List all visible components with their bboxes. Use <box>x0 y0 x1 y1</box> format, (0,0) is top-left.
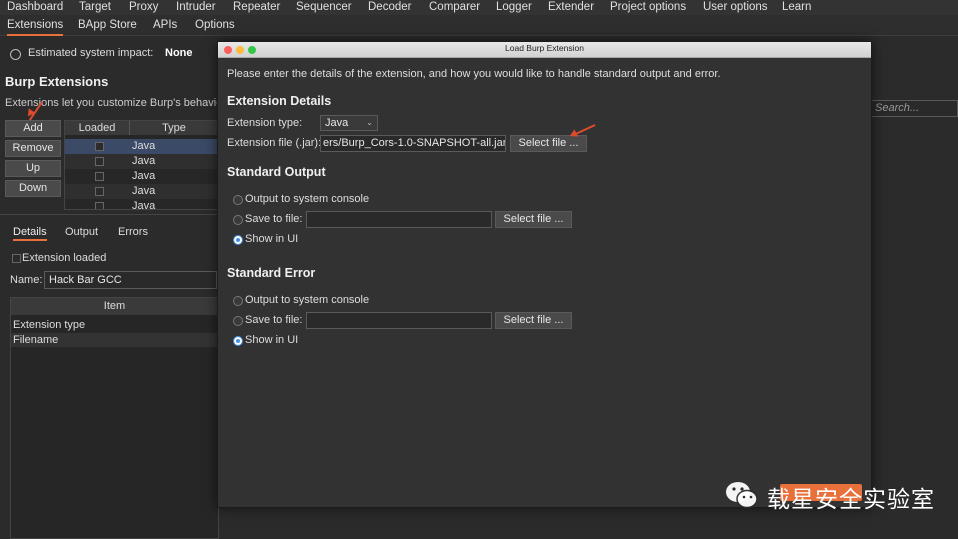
extension-loaded-checkbox[interactable] <box>12 254 21 263</box>
watermark-text: 载星安全实验室 <box>767 486 935 512</box>
dialog-title: Load Burp Extension <box>505 43 584 53</box>
tab-comparer[interactable]: Comparer <box>429 0 480 15</box>
output-save-radio[interactable] <box>233 215 243 225</box>
impact-label: Estimated system impact: <box>28 47 154 59</box>
error-console-label: Output to system console <box>245 294 370 306</box>
tab-apis[interactable]: APIs <box>153 18 177 34</box>
dialog-titlebar: Load Burp Extension <box>218 42 871 58</box>
tab-errors[interactable]: Errors <box>118 226 148 238</box>
loaded-checkbox[interactable] <box>95 172 104 181</box>
tab-sequencer[interactable]: Sequencer <box>296 0 352 15</box>
tab-options[interactable]: Options <box>195 18 235 34</box>
tab-proxy[interactable]: Proxy <box>129 0 158 15</box>
error-save-path-input[interactable] <box>306 312 492 329</box>
row-type: Java <box>132 200 156 210</box>
loaded-checkbox[interactable] <box>95 187 104 196</box>
error-console-radio[interactable] <box>233 296 243 306</box>
tab-project-options[interactable]: Project options <box>610 0 686 15</box>
tab-output[interactable]: Output <box>65 226 98 238</box>
error-save-radio[interactable] <box>233 316 243 326</box>
row-type: Java <box>132 185 156 197</box>
tab-extensions[interactable]: Extensions <box>7 18 64 36</box>
extension-type-select[interactable]: Java ⌄ <box>320 115 378 131</box>
wechat-logo-icon <box>724 479 760 511</box>
column-loaded[interactable]: Loaded <box>65 121 130 135</box>
details-table: Item Extension type Filename <box>10 297 220 539</box>
remove-button[interactable]: Remove <box>5 140 61 157</box>
output-save-path-input[interactable] <box>306 211 492 228</box>
table-row[interactable]: Filename <box>11 333 220 347</box>
table-row[interactable]: Java <box>65 154 217 169</box>
extension-file-input[interactable]: ers/Burp_Cors-1.0-SNAPSHOT-all.jar <box>320 135 506 152</box>
search-input[interactable]: Search... <box>870 100 958 117</box>
standard-error-heading: Standard Error <box>227 266 316 280</box>
row-type: Java <box>132 140 156 152</box>
tab-bapp-store[interactable]: BApp Store <box>78 18 137 34</box>
divider <box>0 214 217 215</box>
error-ui-radio[interactable] <box>233 336 243 346</box>
name-label: Name: <box>10 274 43 286</box>
impact-icon <box>10 49 21 60</box>
column-item: Item <box>11 298 218 315</box>
dialog-intro: Please enter the details of the extensio… <box>227 68 721 80</box>
tab-intruder[interactable]: Intruder <box>176 0 216 15</box>
output-ui-radio[interactable] <box>233 235 243 245</box>
tab-details[interactable]: Details <box>13 226 47 241</box>
row-type: Java <box>132 170 156 182</box>
table-row[interactable]: Java <box>65 199 217 210</box>
output-select-file-button[interactable]: Select file ... <box>495 211 572 228</box>
section-title: Burp Extensions <box>5 74 109 89</box>
extension-loaded-label: Extension loaded <box>22 252 107 264</box>
output-ui-label: Show in UI <box>245 233 299 245</box>
row-type: Java <box>132 155 156 167</box>
up-button[interactable]: Up <box>5 160 61 177</box>
tab-decoder[interactable]: Decoder <box>368 0 411 15</box>
tab-learn[interactable]: Learn <box>782 0 811 15</box>
load-extension-dialog: Load Burp Extension Please enter the det… <box>217 41 872 508</box>
arrowhead-icon <box>24 108 36 119</box>
sub-nav <box>0 15 958 36</box>
tab-user-options[interactable]: User options <box>703 0 768 15</box>
extension-details-heading: Extension Details <box>227 94 332 108</box>
output-console-radio[interactable] <box>233 195 243 205</box>
table-row[interactable]: Java <box>65 139 217 154</box>
main-nav: Dashboard Target Proxy Intruder Repeater… <box>0 0 958 17</box>
extensions-table[interactable]: Loaded Type Java Java Java Java Java <box>64 120 219 210</box>
down-button[interactable]: Down <box>5 180 61 197</box>
error-select-file-button[interactable]: Select file ... <box>495 312 572 329</box>
impact-value: None <box>165 47 193 59</box>
output-console-label: Output to system console <box>245 193 370 205</box>
name-field[interactable]: Hack Bar GCC <box>44 271 217 289</box>
tab-logger[interactable]: Logger <box>496 0 532 15</box>
chevron-down-icon: ⌄ <box>366 118 373 127</box>
error-ui-label: Show in UI <box>245 334 299 346</box>
error-save-label: Save to file: <box>245 314 303 326</box>
tab-repeater[interactable]: Repeater <box>233 0 280 15</box>
table-row[interactable]: Extension type <box>11 318 220 332</box>
extension-file-label: Extension file (.jar): <box>227 137 322 149</box>
column-type[interactable]: Type <box>130 121 218 135</box>
output-save-label: Save to file: <box>245 213 303 225</box>
extension-type-label: Extension type: <box>227 117 303 129</box>
extension-type-value: Java <box>325 117 349 129</box>
tab-dashboard[interactable]: Dashboard <box>7 0 63 15</box>
loaded-checkbox[interactable] <box>95 202 104 209</box>
loaded-checkbox[interactable] <box>95 157 104 166</box>
loaded-checkbox[interactable] <box>95 142 104 151</box>
add-button[interactable]: Add <box>5 120 61 137</box>
standard-output-heading: Standard Output <box>227 165 326 179</box>
table-row[interactable]: Java <box>65 169 217 184</box>
table-row[interactable]: Java <box>65 184 217 199</box>
tab-target[interactable]: Target <box>79 0 111 15</box>
